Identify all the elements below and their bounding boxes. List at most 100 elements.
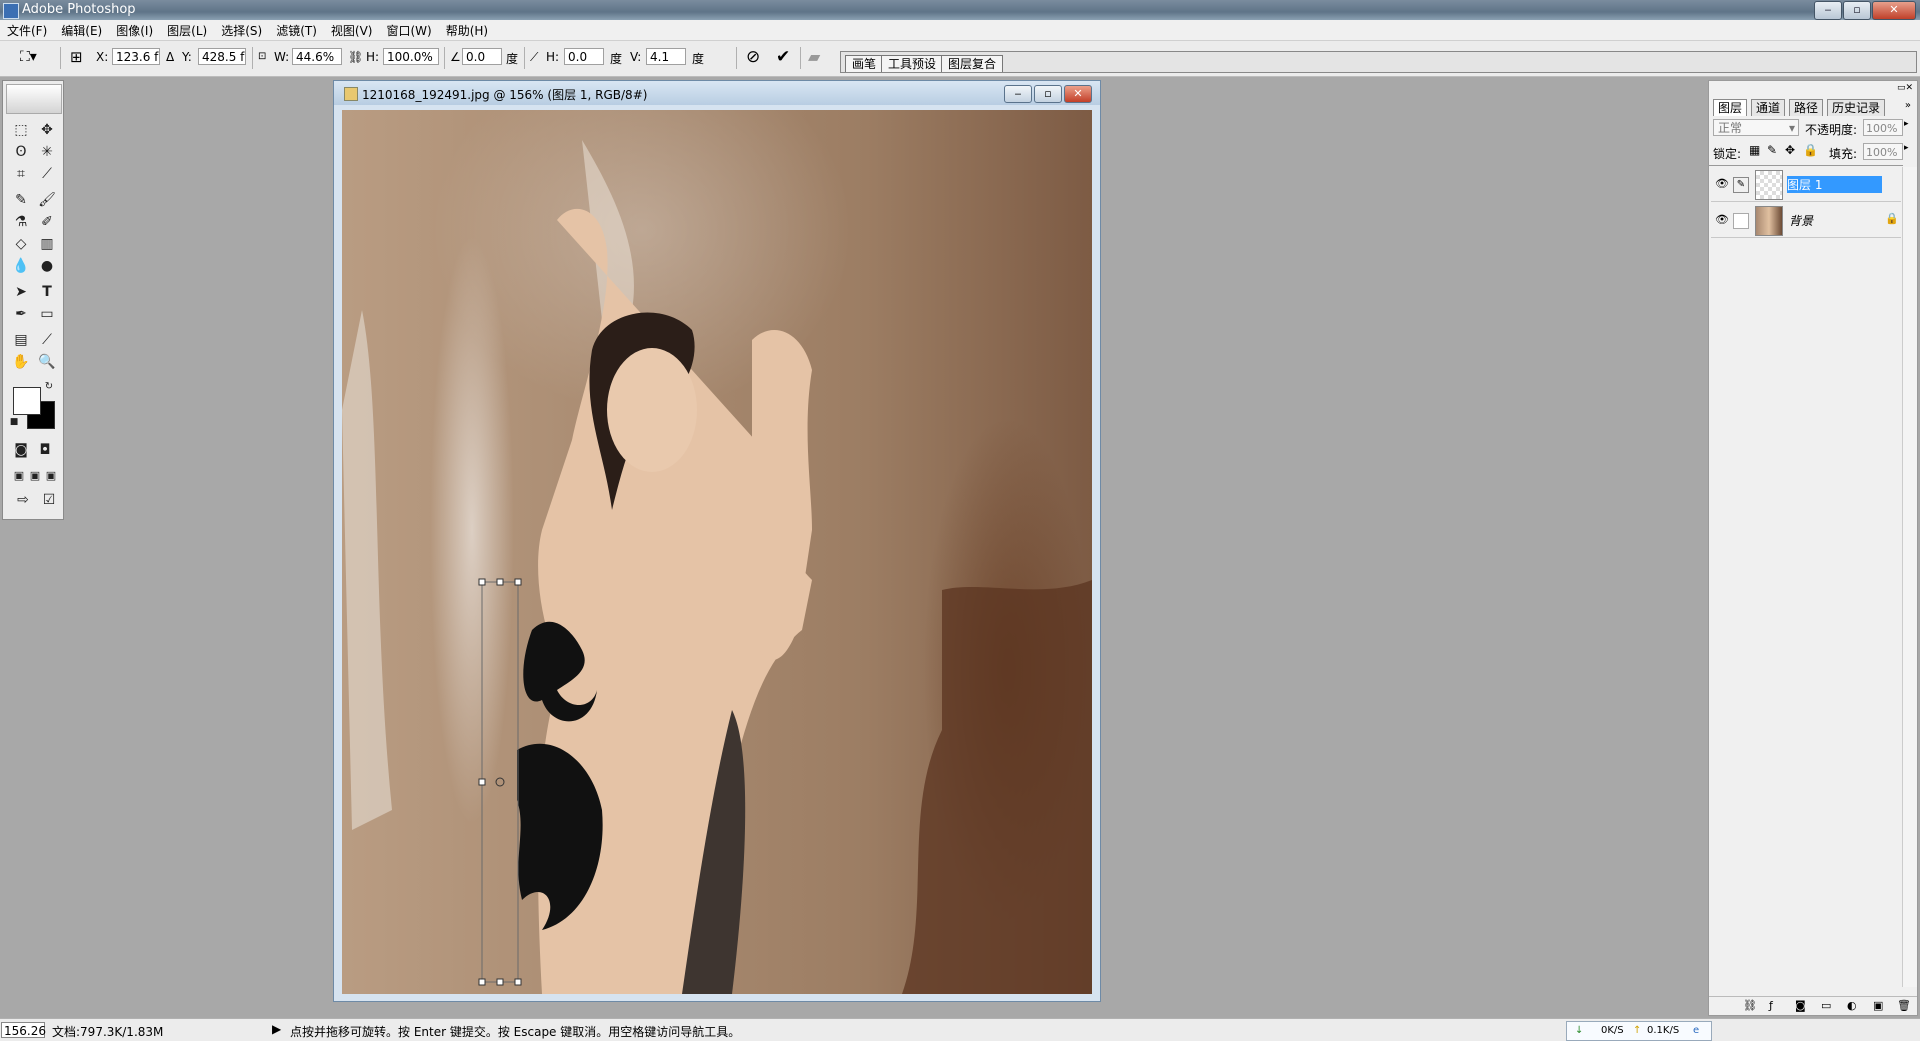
browser-icon[interactable]: e (1693, 1022, 1699, 1040)
standard-mode-icon[interactable]: ◙ (11, 441, 31, 459)
foreground-color-swatch[interactable] (13, 387, 41, 415)
layers-scrollbar[interactable] (1902, 167, 1917, 987)
screen-mode-full-icon[interactable]: ▣ (41, 467, 61, 485)
menu-image[interactable]: 图像(I) (109, 20, 160, 40)
swap-colors-icon[interactable]: ↻ (43, 381, 55, 393)
healing-brush-icon[interactable]: ✎ (11, 191, 31, 209)
marquee-tool-icon[interactable]: ⬚ (11, 121, 31, 139)
adjustment-layer-icon[interactable]: ◐ (1847, 999, 1857, 1012)
move-tool-icon[interactable]: ✥ (37, 121, 57, 139)
eye-icon[interactable]: 👁 (1715, 177, 1729, 191)
menu-select[interactable]: 选择(S) (214, 20, 269, 40)
tab-layers[interactable]: 图层 (1713, 99, 1748, 116)
doc-minimize-button[interactable]: ‒ (1004, 85, 1032, 103)
quick-mask-icon[interactable]: ◘ (35, 441, 55, 459)
minimize-button[interactable]: ‒ (1814, 1, 1842, 20)
vskew-field[interactable]: 4.1 (646, 48, 686, 65)
menu-edit[interactable]: 编辑(E) (54, 20, 109, 40)
path-selection-icon[interactable]: ➤ (11, 283, 31, 301)
add-mask-icon[interactable]: ◙ (1795, 999, 1806, 1012)
fill-field[interactable]: 100% (1863, 143, 1903, 160)
shape-tool-icon[interactable]: ▭ (37, 305, 57, 323)
jump-to-imageready-icon[interactable]: ⇨ (13, 491, 33, 509)
lock-image-icon[interactable]: ✎ (1767, 143, 1777, 157)
panel-close-icon[interactable]: ▭✕ (1897, 83, 1913, 93)
eye-icon[interactable]: 👁 (1715, 213, 1729, 227)
reference-point-icon[interactable]: ⊞ (70, 48, 83, 66)
crop-tool-icon[interactable]: ⌗ (11, 165, 31, 183)
new-group-icon[interactable]: ▭ (1821, 999, 1831, 1012)
tab-channels[interactable]: 通道 (1751, 99, 1786, 116)
document-title-bar: 1210168_192491.jpg @ 156% (图层 1, RGB/8#)… (334, 81, 1100, 105)
feather-icon[interactable] (6, 84, 62, 114)
fill-slider-arrow-icon[interactable]: ▸ (1904, 143, 1909, 153)
brush-link-icon[interactable]: ✎ (1733, 177, 1749, 193)
zoom-tool-icon[interactable]: 🔍 (37, 353, 57, 371)
doc-maximize-button[interactable]: ▫ (1034, 85, 1062, 103)
well-tab-tool-presets[interactable]: 工具预设 (881, 55, 944, 72)
width-field[interactable]: 44.6% (292, 48, 342, 65)
layer-row-background[interactable]: 👁 背景 🔒 (1711, 203, 1901, 238)
checkmark-icon[interactable]: ✔ (776, 47, 790, 67)
image-canvas[interactable] (342, 110, 1092, 994)
transform-tool-icon[interactable]: ⛶▾ (20, 49, 37, 65)
menu-help[interactable]: 帮助(H) (439, 20, 495, 40)
lock-transparency-icon[interactable]: ▦ (1749, 143, 1760, 157)
x-field[interactable]: 123.6 f (112, 48, 160, 65)
close-button[interactable]: ✕ (1872, 1, 1916, 20)
dodge-tool-icon[interactable]: ● (37, 257, 57, 275)
blur-tool-icon[interactable]: 💧 (11, 257, 31, 275)
well-tab-layer-comps[interactable]: 图层复合 (941, 55, 1004, 72)
menu-file[interactable]: 文件(F) (0, 20, 54, 40)
menu-filter[interactable]: 滤镜(T) (269, 20, 324, 40)
menu-window[interactable]: 窗口(W) (379, 20, 438, 40)
hand-tool-icon[interactable]: ✋ (11, 353, 31, 371)
text-tool-icon[interactable]: T (37, 283, 57, 301)
default-colors-icon[interactable]: ■ (9, 417, 19, 427)
tab-history[interactable]: 历史记录 (1827, 99, 1886, 116)
pen-tool-icon[interactable]: ✒ (11, 305, 31, 323)
height-field[interactable]: 100.0% (383, 48, 439, 65)
lasso-tool-icon[interactable]: ʘ (11, 143, 31, 161)
clone-stamp-icon[interactable]: ⚗ (11, 213, 31, 231)
eyedropper-icon[interactable]: ⟋ (37, 331, 57, 349)
link-layers-icon[interactable]: ⛓ (1743, 999, 1757, 1012)
brush-tool-icon[interactable]: 🖌 (37, 191, 57, 209)
rotate-angle-field[interactable]: 0.0 (462, 48, 502, 65)
status-arrow-icon[interactable]: ▶ (272, 1022, 281, 1036)
menu-layer[interactable]: 图层(L) (160, 20, 214, 40)
opacity-field[interactable]: 100% (1863, 119, 1903, 136)
doc-info[interactable]: 文档:797.3K/1.83M (52, 1023, 163, 1040)
fill-label: 填充: (1829, 147, 1858, 161)
panel-menu-icon[interactable]: » (1905, 100, 1911, 111)
tab-paths[interactable]: 路径 (1789, 99, 1824, 116)
lock-all-icon[interactable]: 🔒 (1803, 143, 1818, 157)
checkbox-tool-icon[interactable]: ☑ (39, 491, 59, 509)
h-label: H: (366, 50, 380, 64)
notes-tool-icon[interactable]: ▤ (11, 331, 31, 349)
eraser-tool-icon[interactable]: ◇ (11, 235, 31, 253)
hskew-field[interactable]: 0.0 (564, 48, 604, 65)
layer-style-icon[interactable]: ƒ (1769, 999, 1773, 1012)
lock-position-icon[interactable]: ✥ (1785, 143, 1795, 157)
cancel-icon[interactable]: ⊘ (746, 47, 760, 67)
network-monitor: ↓ 0K/S ↑ 0.1K/S e (1566, 1021, 1712, 1041)
y-field[interactable]: 428.5 f (198, 48, 246, 65)
layer-row-layer1[interactable]: 👁 ✎ 图层 1 (1711, 167, 1901, 202)
magic-wand-icon[interactable]: ✳ (37, 143, 57, 161)
maximize-button[interactable]: ▫ (1843, 1, 1871, 20)
menu-view[interactable]: 视图(V) (324, 20, 380, 40)
gradient-tool-icon[interactable]: ▥ (37, 235, 57, 253)
slice-tool-icon[interactable]: ⟋ (37, 165, 57, 183)
new-layer-icon[interactable]: ▣ (1873, 999, 1883, 1012)
blend-mode-select[interactable]: 正常 ▾ (1713, 119, 1799, 136)
history-brush-icon[interactable]: ✐ (37, 213, 57, 231)
link-icon[interactable]: ⛓ (348, 50, 363, 64)
doc-close-button[interactable]: ✕ (1064, 85, 1092, 103)
zoom-field[interactable]: 156.26 (1, 1022, 46, 1038)
well-tab-brushes[interactable]: 画笔 (845, 55, 884, 72)
menu-bar: 文件(F) 编辑(E) 图像(I) 图层(L) 选择(S) 滤镜(T) 视图(V… (0, 20, 1920, 41)
layer-link-box[interactable] (1733, 213, 1749, 229)
opacity-slider-arrow-icon[interactable]: ▸ (1904, 119, 1909, 129)
trash-icon[interactable]: 🗑 (1897, 999, 1911, 1012)
